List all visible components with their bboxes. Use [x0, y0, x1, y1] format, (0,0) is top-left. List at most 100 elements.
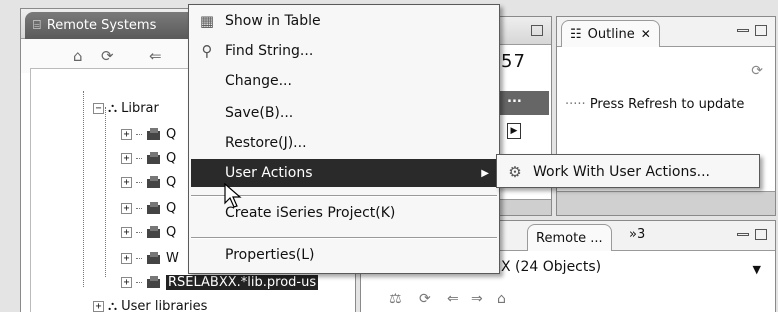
- menu-item-label: Restore(J)...: [225, 135, 307, 151]
- refresh-icon[interactable]: ⟳: [419, 291, 431, 307]
- selected-library-label: RSELABXX.*lib.prod-us: [166, 274, 319, 290]
- tree-row-library[interactable]: + Q: [121, 197, 176, 219]
- new-connection-icon[interactable]: ⌂: [73, 47, 83, 65]
- expand-expander-icon[interactable]: +: [121, 152, 132, 164]
- menu-separator: [191, 237, 497, 239]
- menu-item-label: Save(B)...: [225, 105, 294, 121]
- maximize-icon[interactable]: [755, 229, 767, 240]
- menu-item-find-string[interactable]: ⚲ Find String...: [191, 37, 497, 65]
- user-actions-icon: ⚙: [508, 163, 522, 181]
- minimize-icon[interactable]: [737, 29, 749, 32]
- library-icon: [146, 175, 162, 189]
- editor-dots-text: ...: [507, 91, 522, 106]
- expand-expander-icon[interactable]: +: [121, 276, 132, 288]
- tab-overflow-label: »3: [629, 227, 646, 242]
- maximize-icon[interactable]: [531, 25, 543, 36]
- outline-window-buttons: [737, 25, 767, 36]
- library-icon: [146, 201, 162, 215]
- tree-row-library[interactable]: + W: [121, 247, 179, 269]
- expand-expander-icon[interactable]: +: [93, 300, 104, 312]
- library-label: Q: [166, 200, 177, 216]
- tree-row-library[interactable]: + Q: [121, 171, 176, 193]
- tree-row-libraries[interactable]: − ⛬ Librar: [93, 97, 159, 119]
- back-arrow-icon[interactable]: ⇐: [149, 47, 162, 65]
- search-binoculars-icon: ⚲: [201, 42, 213, 60]
- menu-item-label: Create iSeries Project(K): [225, 205, 396, 221]
- expand-expander-icon[interactable]: +: [121, 128, 132, 140]
- libraries-label: Librar: [121, 100, 159, 116]
- tree-row-library[interactable]: + Q: [121, 221, 176, 243]
- home-icon[interactable]: ⌂: [497, 291, 506, 307]
- library-label: Q: [166, 126, 177, 142]
- expand-expander-icon[interactable]: +: [121, 176, 132, 188]
- editor-dots-cell: ...: [499, 91, 549, 115]
- user-libraries-label: User libraries: [121, 298, 208, 312]
- library-label: Q: [166, 224, 177, 240]
- tab-outline[interactable]: ☷ Outline ✕: [561, 20, 660, 47]
- outline-scroll-area[interactable]: [557, 191, 775, 215]
- libraries-folder-icon: ⛬: [108, 100, 118, 116]
- tree-guide-line: [105, 107, 106, 277]
- table-icon: ▦: [199, 12, 215, 30]
- library-icon: [146, 251, 162, 265]
- tab-remote-systems-label: Remote Systems: [46, 18, 157, 33]
- tab-remote-label: Remote ...: [536, 230, 603, 246]
- menu-item-properties[interactable]: Properties(L): [191, 241, 497, 269]
- close-icon[interactable]: ✕: [641, 27, 651, 41]
- library-label: Q: [166, 174, 177, 190]
- context-menu: ▦ Show in Table ⚲ Find String... Change.…: [188, 4, 500, 274]
- objects-summary: X (24 Objects): [501, 259, 602, 275]
- dropdown-arrow-icon[interactable]: ▼: [753, 263, 761, 276]
- submenu-arrow-icon: ▶: [481, 167, 489, 179]
- expand-expander-icon[interactable]: +: [121, 202, 132, 214]
- maximize-icon[interactable]: [755, 25, 767, 36]
- menu-item-change[interactable]: Change...: [191, 67, 497, 95]
- library-label: Q: [166, 150, 177, 166]
- tree-row-selected-library[interactable]: + RSELABXX.*lib.prod-us: [121, 271, 319, 293]
- menu-item-work-with-user-actions[interactable]: ⚙ Work With User Actions...: [499, 158, 757, 186]
- library-icon: [146, 127, 162, 141]
- mouse-cursor-icon: [224, 183, 242, 208]
- forward-arrow-icon[interactable]: ⇒: [471, 291, 483, 307]
- expand-expander-icon[interactable]: +: [121, 252, 132, 264]
- refresh-icon[interactable]: ⟳: [751, 63, 763, 79]
- menu-item-label: Work With User Actions...: [533, 164, 710, 180]
- menu-item-label: Find String...: [225, 43, 314, 59]
- menu-item-label: Properties(L): [225, 247, 315, 263]
- outline-message-text: Press Refresh to update: [589, 97, 745, 112]
- refresh-icon[interactable]: ⟳: [101, 47, 114, 65]
- remote-objects-window-buttons: [737, 229, 767, 240]
- menu-item-label: Change...: [225, 73, 292, 89]
- tree-connector: ·····: [565, 97, 586, 112]
- tab-remote[interactable]: Remote ...: [527, 224, 612, 251]
- user-actions-submenu: ⚙ Work With User Actions...: [496, 154, 760, 188]
- library-icon: [146, 225, 162, 239]
- tree-row-library[interactable]: + Q: [121, 123, 176, 145]
- remote-systems-icon: ⌸: [33, 18, 41, 33]
- tab-outline-label: Outline: [587, 26, 635, 42]
- tab-overflow[interactable]: »3: [629, 227, 645, 242]
- tree-row-library[interactable]: + Q: [121, 147, 176, 169]
- menu-item-save[interactable]: Save(B)...: [191, 99, 497, 127]
- outline-title-bar: ☷ Outline ✕: [557, 17, 775, 47]
- scroll-right-button[interactable]: ▶: [507, 123, 521, 139]
- expand-expander-icon[interactable]: +: [121, 226, 132, 238]
- menu-item-restore[interactable]: Restore(J)...: [191, 129, 497, 157]
- outline-message: ····· Press Refresh to update: [565, 97, 744, 112]
- tree-row-user-libraries[interactable]: + ⛬ User libraries: [93, 295, 207, 312]
- collapse-expander-icon[interactable]: −: [93, 102, 104, 114]
- tree-guide-line: [83, 91, 84, 287]
- back-arrow-icon[interactable]: ⇐: [447, 291, 459, 307]
- user-libraries-icon: ⛬: [108, 298, 118, 312]
- editor-window-buttons: [531, 25, 543, 36]
- library-icon: [146, 275, 162, 289]
- minimize-icon[interactable]: [737, 233, 749, 236]
- editor-value: 57: [501, 51, 526, 72]
- library-label: W: [166, 250, 179, 266]
- menu-item-label: User Actions: [225, 165, 313, 181]
- filter-icon[interactable]: ⚖: [389, 291, 402, 307]
- menu-item-show-in-table[interactable]: ▦ Show in Table: [191, 7, 497, 35]
- library-icon: [146, 151, 162, 165]
- outline-icon: ☷: [570, 26, 582, 42]
- menu-item-label: Show in Table: [225, 13, 321, 29]
